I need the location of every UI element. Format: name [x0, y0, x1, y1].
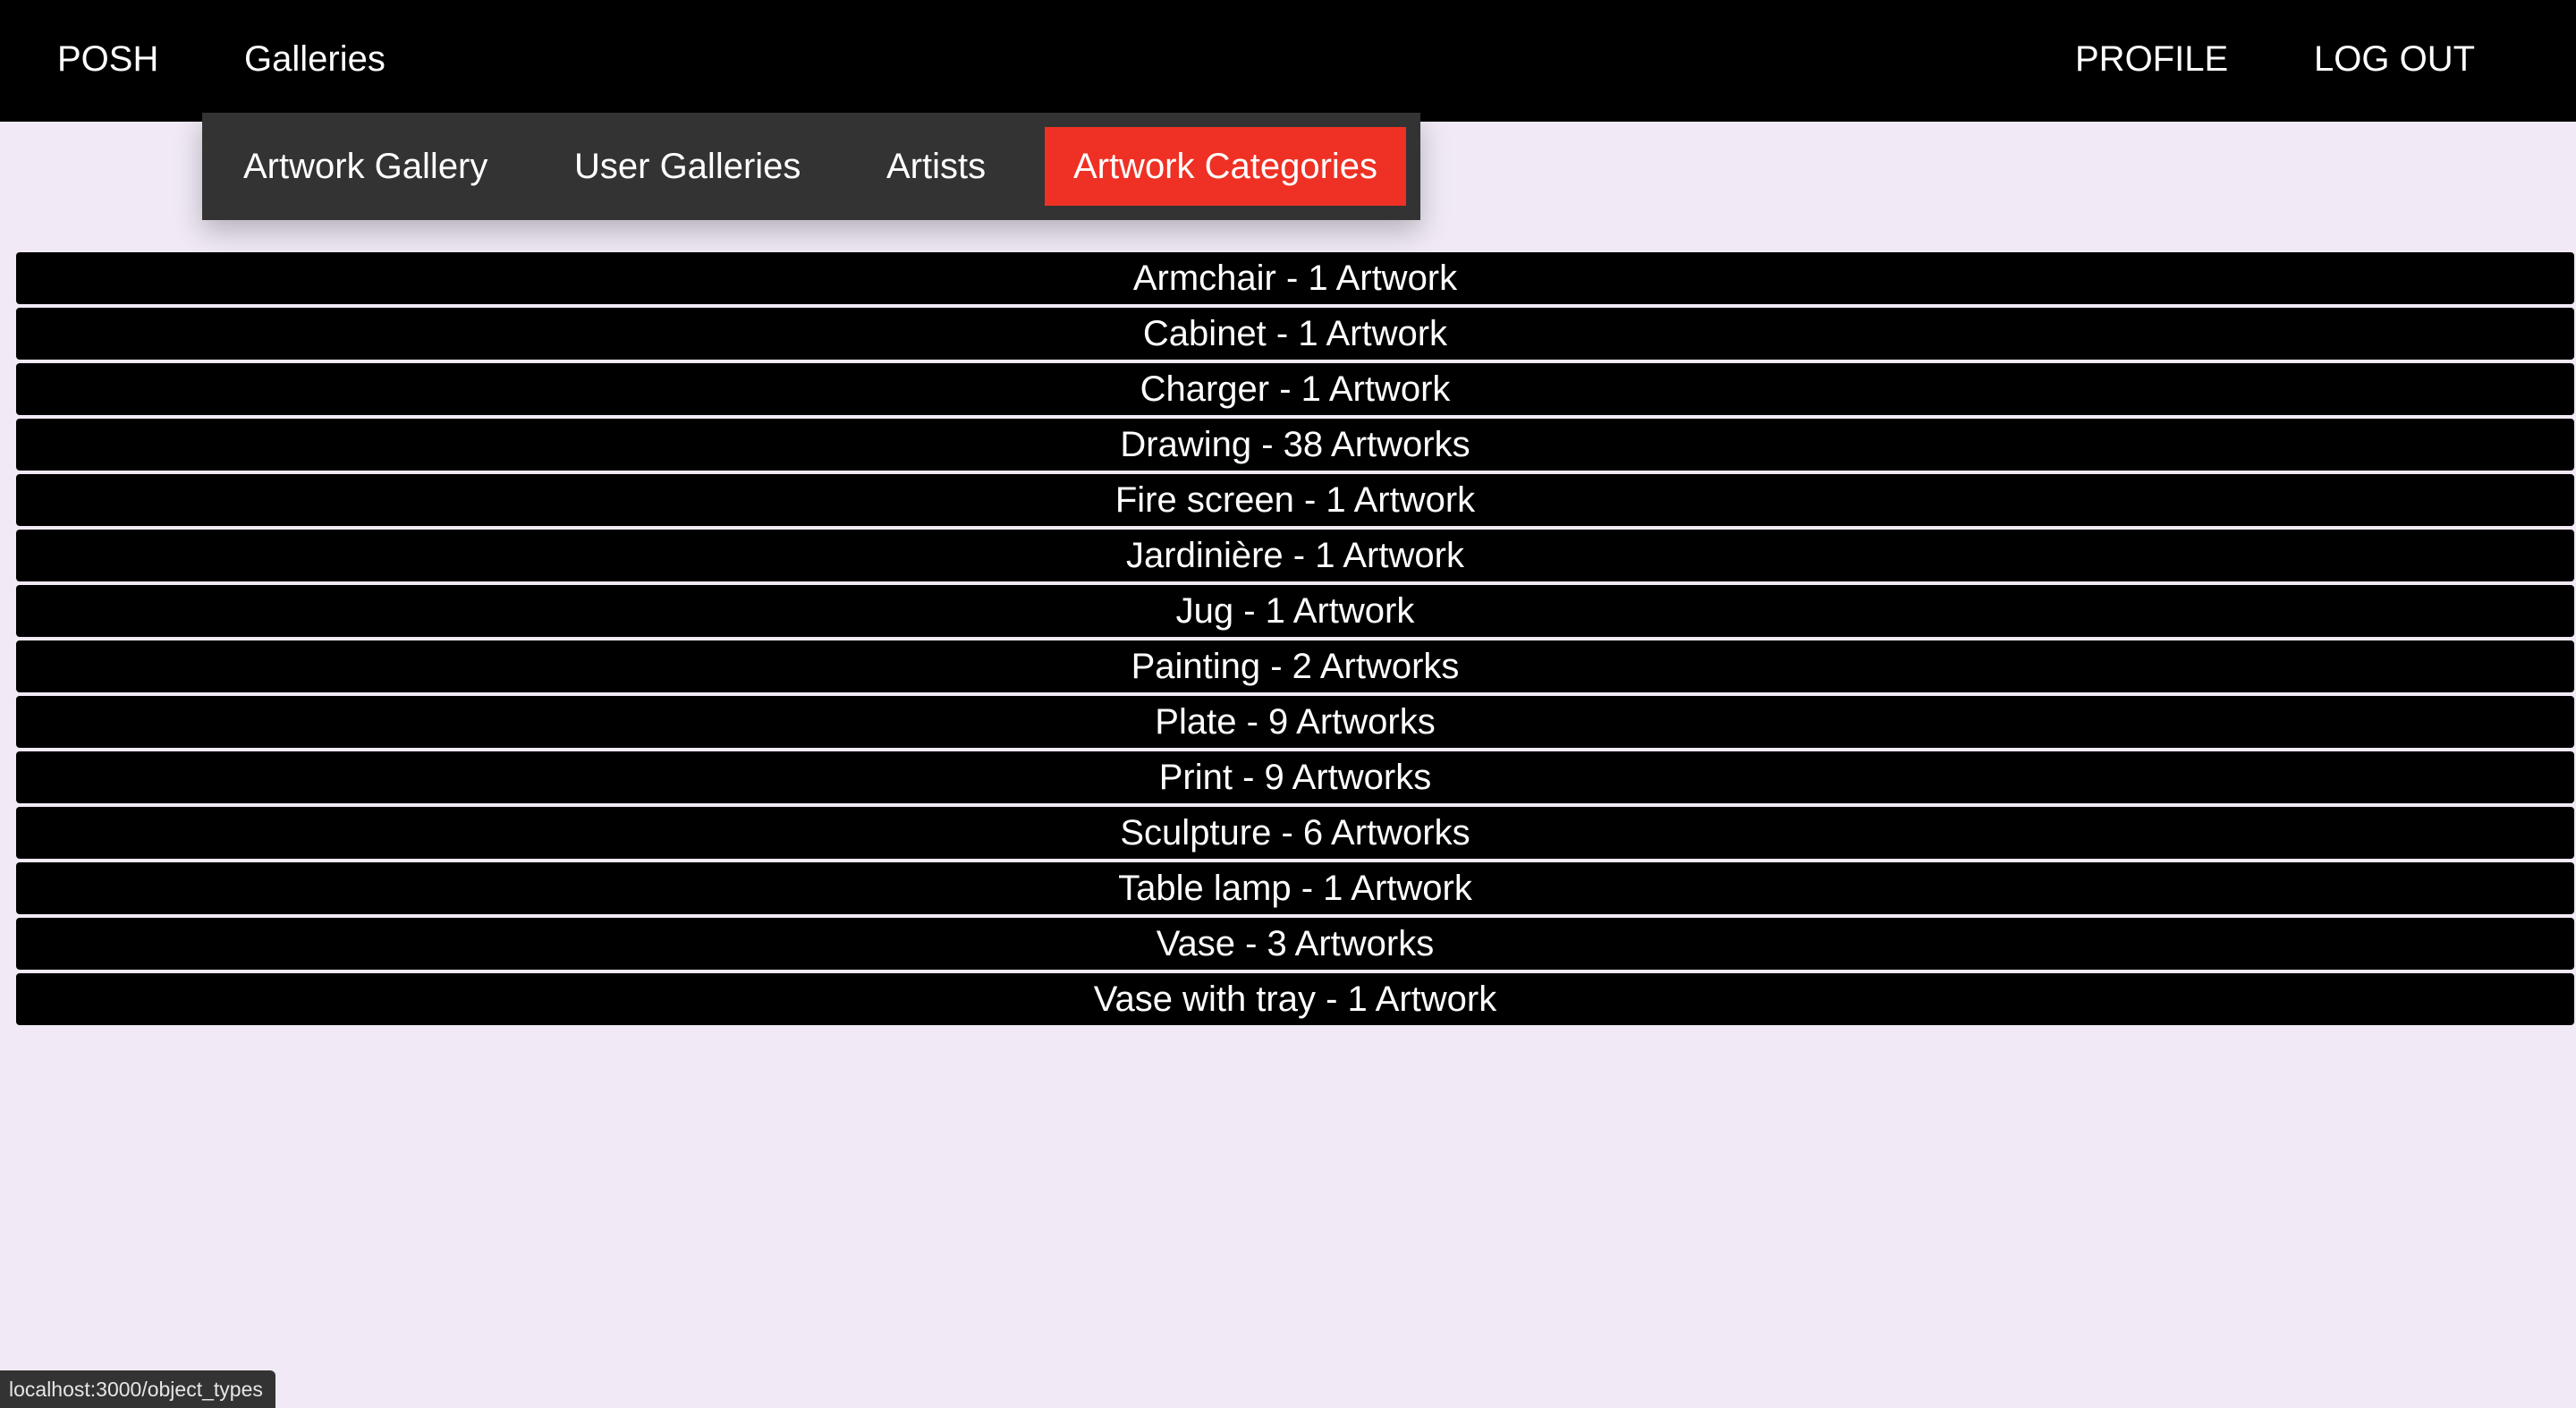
dropdown-item-artists[interactable]: Artists — [886, 127, 986, 206]
category-row-jug[interactable]: Jug - 1 Artwork — [16, 585, 2574, 637]
category-row-charger[interactable]: Charger - 1 Artwork — [16, 363, 2574, 415]
galleries-dropdown: Artwork Gallery User Galleries Artists A… — [202, 113, 1420, 220]
galleries-menu-toggle[interactable]: Galleries — [244, 0, 386, 118]
dropdown-item-artwork-gallery[interactable]: Artwork Gallery — [243, 127, 487, 206]
logout-link[interactable]: LOG OUT — [2314, 0, 2475, 118]
dropdown-item-artwork-categories[interactable]: Artwork Categories — [1045, 127, 1406, 206]
category-row-painting[interactable]: Painting - 2 Artworks — [16, 640, 2574, 692]
profile-link[interactable]: PROFILE — [2075, 0, 2228, 118]
brand-link[interactable]: POSH — [57, 0, 158, 118]
dropdown-item-user-galleries[interactable]: User Galleries — [574, 127, 801, 206]
category-row-armchair[interactable]: Armchair - 1 Artwork — [16, 252, 2574, 304]
category-row-vase[interactable]: Vase - 3 Artworks — [16, 918, 2574, 970]
category-row-sculpture[interactable]: Sculpture - 6 Artworks — [16, 807, 2574, 859]
category-row-vase-with-tray[interactable]: Vase with tray - 1 Artwork — [16, 973, 2574, 1025]
top-navbar: POSH Galleries PROFILE LOG OUT — [0, 0, 2576, 122]
category-row-jardiniere[interactable]: Jardinière - 1 Artwork — [16, 530, 2574, 581]
category-row-drawing[interactable]: Drawing - 38 Artworks — [16, 419, 2574, 471]
category-row-fire-screen[interactable]: Fire screen - 1 Artwork — [16, 474, 2574, 526]
status-bar-url: localhost:3000/object_types — [0, 1370, 275, 1408]
category-row-cabinet[interactable]: Cabinet - 1 Artwork — [16, 308, 2574, 360]
category-row-table-lamp[interactable]: Table lamp - 1 Artwork — [16, 862, 2574, 914]
category-list: Armchair - 1 Artwork Cabinet - 1 Artwork… — [16, 252, 2574, 1029]
category-row-print[interactable]: Print - 9 Artworks — [16, 751, 2574, 803]
category-row-plate[interactable]: Plate - 9 Artworks — [16, 696, 2574, 748]
